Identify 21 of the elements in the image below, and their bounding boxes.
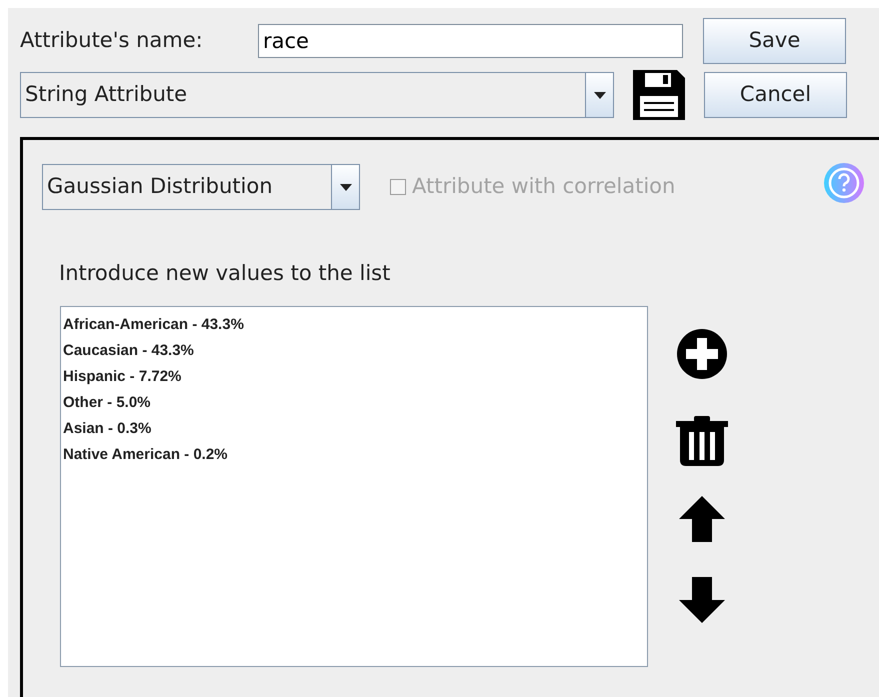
values-list[interactable]: African-American - 43.3% Caucasian - 43.3% Hispanic - 7.72% Other - 5.0% Asian - 0.3% Native American - 0.2%: [60, 306, 648, 666]
section-label: Introduce new values to the list: [59, 260, 392, 287]
save-button[interactable]: Save: [703, 18, 846, 64]
list-item[interactable]: African-American - 43.3%: [63, 312, 645, 338]
type-dropdown[interactable]: String Attribute: [20, 72, 614, 118]
caret-icon: [594, 92, 606, 98]
trash-icon[interactable]: [676, 416, 728, 466]
cancel-button[interactable]: Cancel: [704, 72, 847, 118]
list-item[interactable]: Asian - 0.3%: [63, 416, 645, 442]
list-item[interactable]: Native American - 0.2%: [63, 442, 645, 468]
name-field[interactable]: race: [258, 24, 683, 58]
help-icon[interactable]: [823, 162, 865, 204]
list-item[interactable]: Caucasian - 43.3%: [63, 338, 645, 364]
list-item[interactable]: Other - 5.0%: [63, 390, 645, 416]
arrow-down-icon[interactable]: [679, 576, 725, 622]
caret-icon: [340, 184, 352, 190]
distribution-dropdown[interactable]: Gaussian Distribution: [42, 164, 360, 210]
field-label: Attribute's name:: [20, 27, 204, 54]
list-item[interactable]: Hispanic - 7.72%: [63, 364, 645, 390]
add-icon[interactable]: [676, 328, 728, 380]
arrow-up-icon[interactable]: [679, 496, 725, 542]
